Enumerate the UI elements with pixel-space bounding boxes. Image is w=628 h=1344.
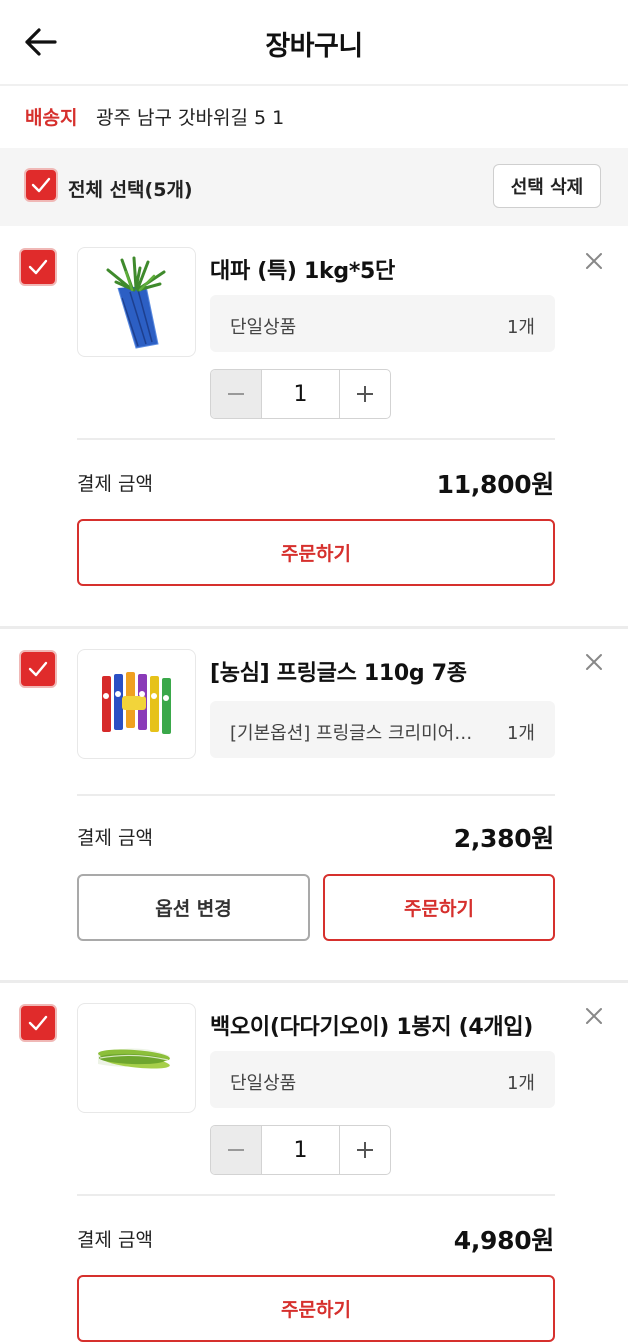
quantity-stepper: 1: [210, 369, 391, 419]
check-icon: [28, 259, 48, 275]
option-text: [기본옵션] 프링글스 크리미어니언: [230, 723, 480, 744]
select-all-label: 전체 선택(5개): [68, 179, 193, 201]
option-box: 단일상품 1개: [210, 1051, 555, 1108]
increase-button[interactable]: [339, 370, 390, 418]
pay-label: 결제 금액: [77, 1229, 153, 1251]
option-box: [기본옵션] 프링글스 크리미어니언 1개: [210, 701, 555, 758]
plus-icon: [357, 386, 373, 402]
green-onion-image: [106, 256, 166, 349]
pay-amount: 2,380원: [453, 824, 555, 853]
item-checkbox[interactable]: [19, 1004, 57, 1042]
product-image-green-onion[interactable]: [77, 247, 196, 357]
pay-amount: 11,800원: [436, 470, 555, 499]
product-name[interactable]: 백오이(다다기오이) 1봉지 (4개입): [210, 1009, 533, 1041]
divider: [77, 438, 555, 440]
option-text: 단일상품: [230, 317, 297, 338]
pay-label: 결제 금액: [77, 827, 153, 849]
option-box: 단일상품 1개: [210, 295, 555, 352]
remove-item-button[interactable]: [582, 650, 606, 674]
cucumber-image: [98, 1048, 170, 1069]
option-quantity: 1개: [506, 317, 535, 338]
product-name[interactable]: 대파 (특) 1kg*5단: [210, 253, 395, 285]
product-name[interactable]: [농심] 프링글스 110g 7종: [210, 655, 467, 687]
minus-icon: [228, 393, 244, 395]
divider: [77, 1194, 555, 1196]
close-icon: [586, 253, 602, 269]
check-icon: [28, 1015, 48, 1031]
product-image-pringles[interactable]: [77, 649, 196, 759]
option-change-button[interactable]: 옵션 변경: [77, 874, 310, 941]
page-title: 장바구니: [265, 31, 363, 62]
address-bar: [0, 86, 628, 148]
item-checkbox[interactable]: [19, 248, 57, 286]
decrease-button[interactable]: [211, 370, 262, 418]
increase-button[interactable]: [339, 1126, 390, 1174]
select-all-checkbox[interactable]: [24, 168, 58, 202]
check-icon: [31, 177, 51, 193]
plus-icon: [357, 1142, 373, 1158]
product-image-cucumber[interactable]: [77, 1003, 196, 1113]
option-quantity: 1개: [506, 1073, 535, 1094]
pay-amount: 4,980원: [453, 1226, 555, 1255]
decrease-button[interactable]: [211, 1126, 262, 1174]
remove-item-button[interactable]: [582, 1004, 606, 1028]
order-button[interactable]: 주문하기: [77, 1275, 555, 1342]
remove-item-button[interactable]: [582, 249, 606, 273]
close-icon: [586, 654, 602, 670]
check-icon: [28, 661, 48, 677]
pay-label: 결제 금액: [77, 473, 153, 495]
address-value[interactable]: 광주 남구 갓바위길 5 1: [96, 103, 284, 130]
pringles-image: [102, 672, 171, 734]
quantity-stepper: 1: [210, 1125, 391, 1175]
option-quantity: 1개: [506, 723, 535, 744]
minus-icon: [228, 1149, 244, 1151]
option-text: 단일상품: [230, 1073, 297, 1094]
quantity-value[interactable]: 1: [262, 370, 339, 418]
delete-selected-button[interactable]: 선택 삭제: [493, 164, 601, 208]
divider: [77, 794, 555, 796]
order-button[interactable]: 주문하기: [323, 874, 555, 941]
order-button[interactable]: 주문하기: [77, 519, 555, 586]
item-checkbox[interactable]: [19, 650, 57, 688]
app-header: 장바구니: [0, 0, 628, 86]
quantity-value[interactable]: 1: [262, 1126, 339, 1174]
address-label: 배송지: [25, 107, 78, 129]
close-icon: [586, 1008, 602, 1024]
